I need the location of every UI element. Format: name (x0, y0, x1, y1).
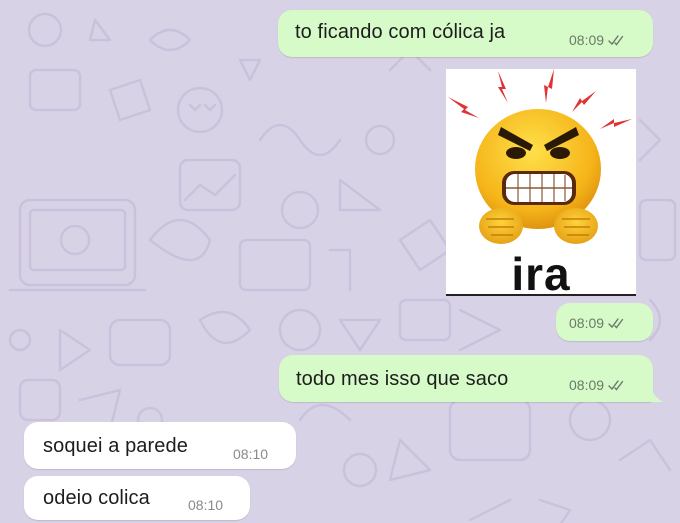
double-check-icon (608, 318, 624, 329)
incoming-message-bubble[interactable]: odeio colica 08:10 (24, 476, 250, 520)
message-text: to ficando com cólica ja (295, 21, 506, 43)
outgoing-message-bubble[interactable]: todo mes isso que saco 08:09 (279, 355, 653, 402)
message-meta: 08:09 (569, 32, 625, 48)
message-text: soquei a parede (43, 435, 188, 457)
bubble-tail (651, 388, 663, 402)
double-check-icon (608, 380, 624, 391)
message-time: 08:09 (569, 32, 605, 48)
sticker-caption: ira (511, 248, 571, 300)
message-text: odeio colica (43, 487, 150, 509)
message-time: 08:09 (569, 315, 605, 331)
message-time: 08:09 (569, 377, 605, 393)
incoming-message-bubble[interactable]: soquei a parede 08:10 (24, 422, 296, 469)
outgoing-message-bubble[interactable]: to ficando com cólica ja 08:09 (278, 10, 653, 57)
message-time: 08:10 (233, 446, 269, 462)
sticker-message[interactable]: ira (446, 69, 636, 300)
message-time: 08:10 (188, 497, 224, 513)
message-meta: 08:09 (569, 377, 625, 393)
message-text: todo mes isso que saco (296, 368, 509, 390)
double-check-icon (608, 35, 624, 46)
message-meta: 08:09 (569, 315, 625, 331)
sticker-time-bubble: 08:09 (556, 303, 653, 341)
